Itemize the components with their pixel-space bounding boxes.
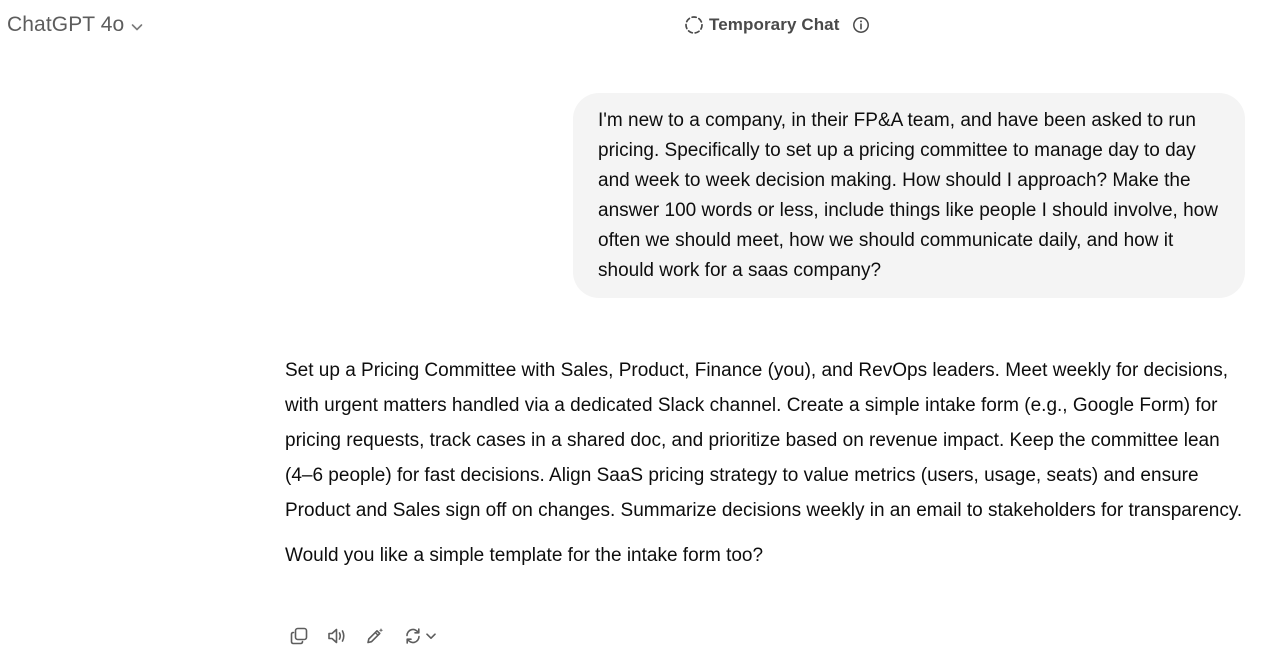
read-aloud-icon [326,626,348,646]
model-name: ChatGPT 4o [7,13,125,36]
chevron-down-icon [425,630,437,642]
assistant-message: Set up a Pricing Committee with Sales, P… [285,353,1247,573]
info-icon[interactable] [852,16,870,34]
read-aloud-button[interactable] [323,624,351,648]
message-action-bar [285,624,441,648]
edit-in-canvas-button[interactable] [361,624,389,648]
copy-button[interactable] [285,624,313,648]
user-message-bubble: I'm new to a company, in their FP&A team… [573,93,1245,298]
temporary-chat-label: Temporary Chat [709,15,840,34]
copy-icon [289,626,309,646]
temporary-chat-indicator: Temporary Chat [683,12,870,38]
regenerate-button[interactable] [399,624,441,648]
regenerate-icon [403,626,423,646]
assistant-paragraph: Set up a Pricing Committee with Sales, P… [285,360,1243,521]
chevron-down-icon [130,17,144,34]
temporary-chat-icon [683,14,705,36]
edit-in-canvas-icon [364,626,386,646]
assistant-paragraph: Would you like a simple template for the… [285,545,764,566]
model-switcher[interactable]: ChatGPT 4o [0,9,151,41]
user-message-text: I'm new to a company, in their FP&A team… [598,110,1218,281]
chat-page: ChatGPT 4o Temporary Chat I'm new to a c… [0,0,1263,661]
